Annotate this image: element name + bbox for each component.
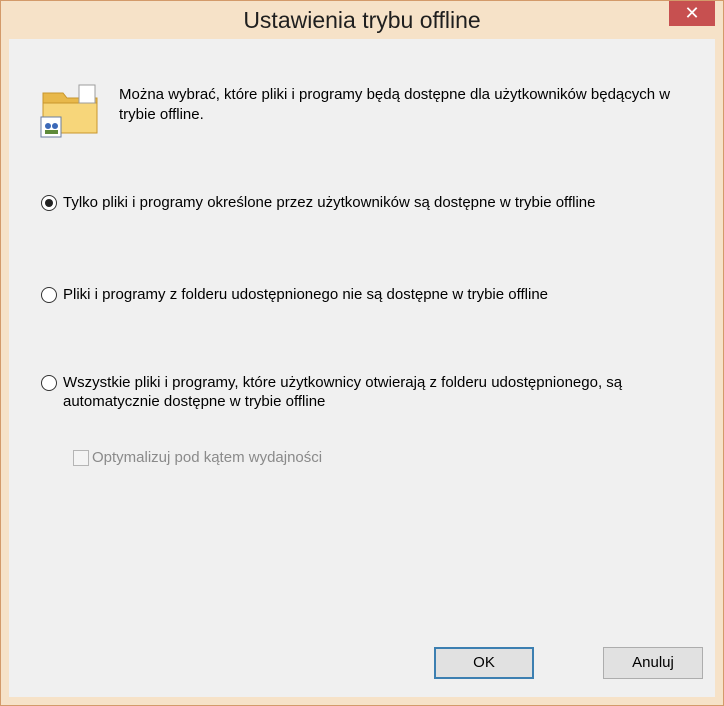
radio-option-label: Wszystkie pliki i programy, które użytko… — [63, 374, 623, 410]
offline-folder-icon — [40, 84, 98, 138]
radio-option-automatic[interactable]: Wszystkie pliki i programy, które użytko… — [41, 373, 681, 411]
radio-option-label: Tylko pliki i programy określone przez u… — [63, 194, 596, 211]
radio-option-label: Pliki i programy z folderu udostępnioneg… — [63, 286, 549, 303]
intro-text: Można wybrać, które pliki i programy będ… — [119, 86, 671, 123]
close-button[interactable]: ✕ — [669, 1, 715, 26]
ok-button[interactable]: OK — [434, 647, 534, 679]
cancel-button[interactable]: Anuluj — [603, 647, 703, 679]
dialog-body: Można wybrać, które pliki i programy będ… — [9, 39, 715, 697]
radio-option-not-available[interactable]: Pliki i programy z folderu udostępnioneg… — [41, 285, 681, 304]
checkbox-label: Optymalizuj pod kątem wydajności — [92, 449, 323, 466]
radio-option-user-specified[interactable]: Tylko pliki i programy określone przez u… — [41, 193, 681, 212]
dialog-title: Ustawienia trybu offline — [243, 7, 481, 33]
radio-button[interactable] — [41, 375, 57, 391]
dialog-window: Ustawienia trybu offline ✕ Można wybrać,… — [0, 0, 724, 706]
checkbox-box[interactable] — [73, 449, 89, 466]
close-icon: ✕ — [684, 3, 700, 23]
radio-button[interactable] — [41, 287, 57, 303]
optimize-performance-checkbox[interactable]: Optymalizuj pod kątem wydajności — [73, 449, 322, 466]
title-bar[interactable]: Ustawienia trybu offline ✕ — [1, 1, 723, 39]
radio-button-selected[interactable] — [41, 195, 57, 211]
